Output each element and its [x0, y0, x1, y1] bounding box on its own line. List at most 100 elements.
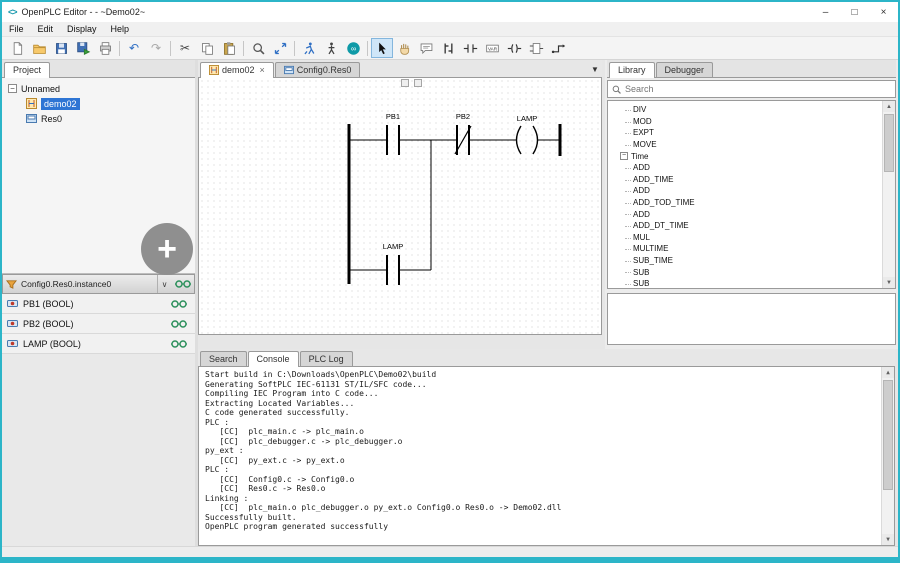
tree-item-res0[interactable]: Res0 — [41, 114, 62, 124]
maximize-button[interactable]: □ — [840, 2, 869, 22]
console-output[interactable]: Start build in C:\Downloads\OpenPLC\Demo… — [198, 367, 895, 546]
tab-list-button[interactable]: ▼ — [588, 63, 602, 75]
redo-button[interactable]: ↷ — [145, 38, 167, 58]
contact-pb1[interactable] — [387, 125, 399, 155]
titlebar[interactable]: <> OpenPLC Editor - - ~Demo02~ – □ × — [2, 2, 898, 22]
ladder-canvas[interactable]: PB1 PB2 LAMP LAMP — [198, 78, 602, 335]
select-tool-button[interactable] — [371, 38, 393, 58]
coil-lamp[interactable] — [517, 126, 538, 154]
library-item[interactable]: ADD_DT_TIME — [612, 220, 881, 232]
contact-lamp-latch[interactable] — [387, 255, 399, 285]
library-item-label: ADD_TIME — [633, 175, 673, 184]
debug-glasses-icon[interactable] — [175, 279, 191, 289]
tab-project[interactable]: Project — [4, 62, 50, 78]
contact-pb2-negated[interactable] — [455, 125, 471, 155]
library-item[interactable]: MOVE — [612, 139, 881, 151]
debug-glasses-icon[interactable] — [171, 319, 187, 329]
menu-display[interactable]: Display — [60, 22, 104, 36]
run-button[interactable] — [298, 38, 320, 58]
minimize-button[interactable]: – — [811, 2, 840, 22]
variable-tool-button[interactable]: VAR — [481, 38, 503, 58]
add-element-button[interactable]: + — [141, 223, 193, 275]
instance-selector[interactable]: Config0.Res0.instance0 ∨ — [2, 274, 195, 294]
project-tabbar: Project — [2, 60, 195, 78]
library-item[interactable]: MULTIME — [612, 243, 881, 255]
library-item[interactable]: MUL — [612, 232, 881, 244]
contact-tool-button[interactable] — [459, 38, 481, 58]
save-icon — [54, 41, 69, 56]
scrollbar-thumb[interactable] — [883, 380, 893, 490]
library-item[interactable]: SUB — [612, 266, 881, 278]
comment-tool-button[interactable] — [415, 38, 437, 58]
tree-row-root[interactable]: − Unnamed — [4, 81, 193, 96]
tab-search[interactable]: Search — [200, 351, 247, 366]
motion-tool-button[interactable] — [393, 38, 415, 58]
paste-button[interactable] — [218, 38, 240, 58]
library-item[interactable]: SUB_TIME — [612, 255, 881, 267]
library-item[interactable]: ADD_TOD_TIME — [612, 197, 881, 209]
variable-row-lamp[interactable]: LAMP (BOOL) — [2, 334, 195, 354]
search-button[interactable] — [247, 38, 269, 58]
scrollbar-thumb[interactable] — [884, 114, 894, 172]
scroll-down-icon[interactable]: ▼ — [882, 534, 894, 545]
library-scrollbar[interactable]: ▲ ▼ — [882, 101, 895, 288]
open-button[interactable] — [28, 38, 50, 58]
saveas-button[interactable] — [72, 38, 94, 58]
library-item[interactable]: ADD — [612, 185, 881, 197]
console-line: [CC] Res0.c -> Res0.o — [205, 484, 878, 494]
collapse-icon[interactable]: − — [8, 84, 17, 93]
library-item[interactable]: ADD — [612, 208, 881, 220]
fit-zoom-button[interactable] — [269, 38, 291, 58]
editor-tabbar: demo02 × Config0.Res0 ▼ — [198, 60, 602, 78]
library-item[interactable]: SUB — [612, 278, 881, 289]
editor-tab-demo02[interactable]: demo02 × — [200, 62, 274, 78]
variable-row-pb2[interactable]: PB2 (BOOL) — [2, 314, 195, 334]
console-scrollbar[interactable]: ▲ ▼ — [881, 367, 894, 545]
collapse-icon[interactable]: − — [620, 152, 628, 160]
library-item[interactable]: ADD_TIME — [612, 174, 881, 186]
scroll-up-icon[interactable]: ▲ — [883, 101, 895, 112]
copy-button[interactable] — [196, 38, 218, 58]
coil-tool-button[interactable] — [503, 38, 525, 58]
debug-glasses-icon[interactable] — [171, 299, 187, 309]
library-item[interactable]: MOD — [612, 116, 881, 128]
print-button[interactable] — [94, 38, 116, 58]
tree-item-demo02[interactable]: demo02 — [41, 98, 80, 110]
debug-glasses-icon[interactable] — [171, 339, 187, 349]
new-button[interactable] — [6, 38, 28, 58]
connect-icon: ∞ — [346, 41, 361, 56]
menu-edit[interactable]: Edit — [31, 22, 61, 36]
menu-help[interactable]: Help — [104, 22, 137, 36]
print-icon — [98, 41, 113, 56]
variable-row-pb1[interactable]: PB1 (BOOL) — [2, 294, 195, 314]
menubar: File Edit Display Help — [2, 22, 898, 37]
close-tab-icon[interactable]: × — [260, 65, 265, 75]
library-item[interactable]: EXPT — [612, 127, 881, 139]
library-item[interactable]: DIV — [612, 104, 881, 116]
tab-plc-log[interactable]: PLC Log — [300, 351, 353, 366]
wire-tool-button[interactable] — [547, 38, 569, 58]
transfer-button[interactable] — [320, 38, 342, 58]
scroll-up-icon[interactable]: ▲ — [882, 367, 894, 378]
library-search-input[interactable] — [625, 84, 892, 94]
library-tree[interactable]: DIV MOD EXPT MOVE − Time ADD ADD_TIME AD… — [607, 100, 896, 289]
contact-label-lamp: LAMP — [383, 242, 403, 251]
block-tool-button[interactable] — [525, 38, 547, 58]
library-item[interactable]: ADD — [612, 162, 881, 174]
undo-button[interactable]: ↶ — [123, 38, 145, 58]
tree-row-resource[interactable]: Res0 — [4, 111, 193, 126]
tree-row-pou[interactable]: demo02 — [4, 96, 193, 111]
editor-tab-config0-res0[interactable]: Config0.Res0 — [275, 62, 361, 77]
save-button[interactable] — [50, 38, 72, 58]
scroll-down-icon[interactable]: ▼ — [883, 277, 895, 288]
close-button[interactable]: × — [869, 2, 898, 22]
tab-console[interactable]: Console — [248, 351, 299, 367]
cut-button[interactable]: ✂ — [174, 38, 196, 58]
powerrail-tool-button[interactable] — [437, 38, 459, 58]
library-category-time[interactable]: − Time — [612, 150, 881, 162]
instance-dropdown-icon[interactable]: ∨ — [157, 275, 171, 293]
menu-file[interactable]: File — [2, 22, 31, 36]
connect-button[interactable]: ∞ — [342, 38, 364, 58]
tab-library[interactable]: Library — [609, 62, 655, 78]
tab-debugger[interactable]: Debugger — [656, 62, 714, 77]
